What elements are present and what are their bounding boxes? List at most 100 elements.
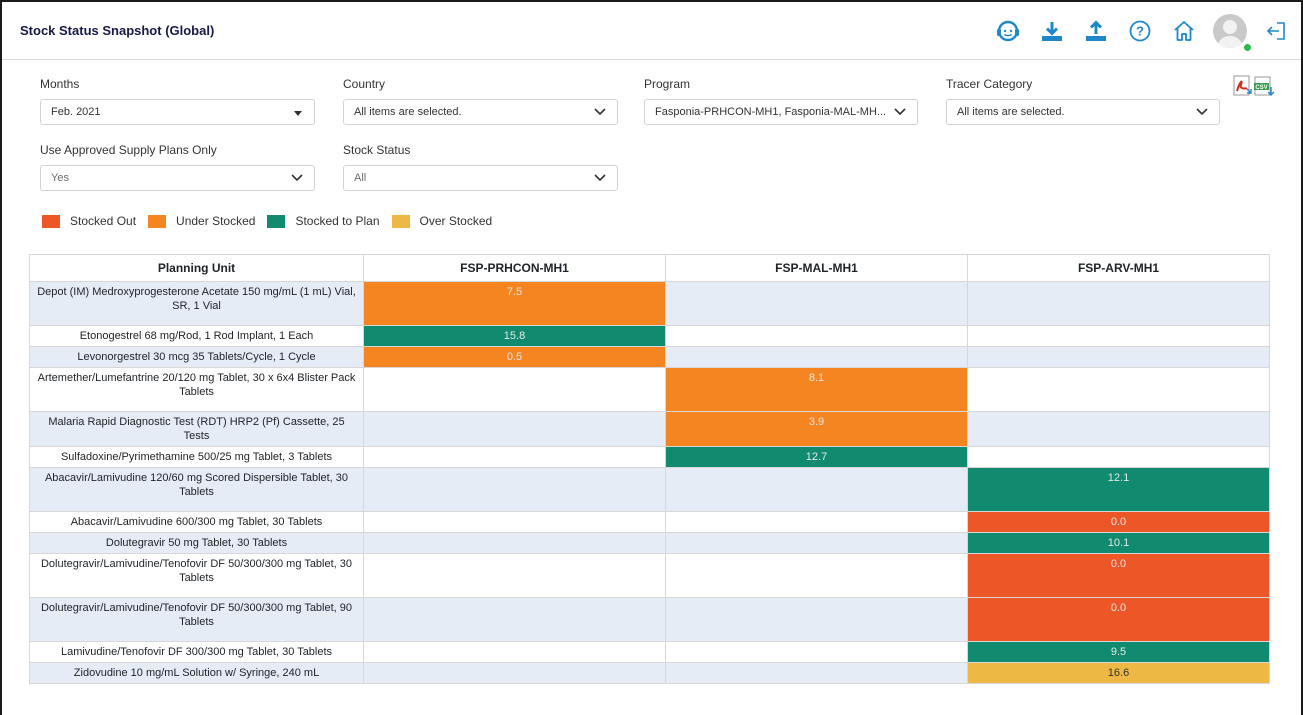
arv-value-cell: [967, 446, 1270, 468]
tracer-category-label: Tracer Category: [946, 77, 1033, 91]
pdf-export-icon[interactable]: [1233, 75, 1253, 100]
download-icon[interactable]: [1037, 16, 1067, 46]
prhcon-value-cell: [363, 553, 666, 598]
program-select[interactable]: Fasponia-PRHCON-MH1, Fasponia-MAL-MH...: [644, 99, 918, 125]
planning-unit-cell: Lamivudine/Tenofovir DF 300/300 mg Table…: [29, 641, 364, 663]
prhcon-value-cell: [363, 511, 666, 533]
country-label: Country: [343, 77, 386, 91]
planning-unit-cell: Abacavir/Lamivudine 120/60 mg Scored Dis…: [29, 467, 364, 512]
arv-value-cell: 12.1: [967, 467, 1270, 512]
mal-value-cell: [665, 346, 968, 368]
legend-label-stocked-to-plan: Stocked to Plan: [295, 214, 380, 228]
planning-unit-cell: Sulfadoxine/Pyrimethamine 500/25 mg Tabl…: [29, 446, 364, 468]
column-header-planning-unit[interactable]: Planning Unit: [29, 254, 364, 282]
planning-unit-cell: Malaria Rapid Diagnostic Test (RDT) HRP2…: [29, 411, 364, 447]
chevron-down-icon: [291, 174, 303, 182]
table-header-row: Planning Unit FSP-PRHCON-MH1 FSP-MAL-MH1…: [29, 254, 1270, 282]
column-header-prhcon[interactable]: FSP-PRHCON-MH1: [363, 254, 666, 282]
chevron-down-icon: [594, 108, 606, 116]
prhcon-value-cell: [363, 597, 666, 642]
table-row: Artemether/Lumefantrine 20/120 mg Tablet…: [29, 367, 1270, 412]
legend-label-over-stocked: Over Stocked: [419, 214, 493, 228]
months-select[interactable]: Feb. 2021: [40, 99, 315, 125]
table-row: Etonogestrel 68 mg/Rod, 1 Rod Implant, 1…: [29, 325, 1270, 347]
stock-status-legend: Stocked Out Under Stocked Stocked to Pla…: [42, 214, 504, 228]
table-row: Zidovudine 10 mg/mL Solution w/ Syringe,…: [29, 662, 1270, 684]
legend-swatch-stocked-to-plan: [267, 214, 286, 228]
table-row: Dolutegravir/Lamivudine/Tenofovir DF 50/…: [29, 597, 1270, 642]
avatar[interactable]: [1213, 14, 1247, 48]
arv-value-cell: [967, 346, 1270, 368]
column-header-mal[interactable]: FSP-MAL-MH1: [665, 254, 968, 282]
online-status-dot: [1242, 42, 1253, 53]
table-row: Abacavir/Lamivudine 600/300 mg Tablet, 3…: [29, 511, 1270, 533]
page-title: Stock Status Snapshot (Global): [20, 23, 215, 38]
help-icon[interactable]: ?: [1125, 16, 1155, 46]
months-label: Months: [40, 77, 80, 91]
support-icon[interactable]: [993, 16, 1023, 46]
mal-value-cell: 12.7: [665, 446, 968, 468]
prhcon-value-cell: 7.5: [363, 281, 666, 326]
planning-unit-cell: Dolutegravir/Lamivudine/Tenofovir DF 50/…: [29, 597, 364, 642]
arv-value-cell: 16.6: [967, 662, 1270, 684]
program-label: Program: [644, 77, 691, 91]
planning-unit-cell: Levonorgestrel 30 mcg 35 Tablets/Cycle, …: [29, 346, 364, 368]
mal-value-cell: [665, 597, 968, 642]
table-row: Dolutegravir 50 mg Tablet, 30 Tablets 10…: [29, 532, 1270, 554]
chevron-down-icon: [594, 174, 606, 182]
tracer-category-value: All items are selected.: [957, 106, 1065, 118]
stock-status-label: Stock Status: [343, 143, 411, 157]
planning-unit-cell: Depot (IM) Medroxyprogesterone Acetate 1…: [29, 281, 364, 326]
mal-value-cell: [665, 467, 968, 512]
months-value: Feb. 2021: [51, 106, 101, 118]
caret-down-icon: [294, 111, 302, 116]
csv-export-icon[interactable]: CSV: [1253, 75, 1275, 100]
prhcon-value-cell: [363, 367, 666, 412]
mal-value-cell: [665, 553, 968, 598]
stock-status-table: Planning Unit FSP-PRHCON-MH1 FSP-MAL-MH1…: [29, 254, 1270, 684]
arv-value-cell: 9.5: [967, 641, 1270, 663]
home-icon[interactable]: [1169, 16, 1199, 46]
upload-icon[interactable]: [1081, 16, 1111, 46]
arv-value-cell: [967, 281, 1270, 326]
arv-value-cell: 0.0: [967, 553, 1270, 598]
prhcon-value-cell: [363, 411, 666, 447]
planning-unit-cell: Dolutegravir 50 mg Tablet, 30 Tablets: [29, 532, 364, 554]
arv-value-cell: [967, 411, 1270, 447]
stock-status-select[interactable]: All: [343, 165, 618, 191]
planning-unit-cell: Artemether/Lumefantrine 20/120 mg Tablet…: [29, 367, 364, 412]
approved-plans-select[interactable]: Yes: [40, 165, 315, 191]
table-row: Malaria Rapid Diagnostic Test (RDT) HRP2…: [29, 411, 1270, 447]
program-value: Fasponia-PRHCON-MH1, Fasponia-MAL-MH...: [655, 106, 887, 118]
mal-value-cell: [665, 662, 968, 684]
arv-value-cell: [967, 367, 1270, 412]
country-select[interactable]: All items are selected.: [343, 99, 618, 125]
table-row: Sulfadoxine/Pyrimethamine 500/25 mg Tabl…: [29, 446, 1270, 468]
tracer-category-select[interactable]: All items are selected.: [946, 99, 1220, 125]
prhcon-value-cell: [363, 467, 666, 512]
prhcon-value-cell: [363, 446, 666, 468]
column-header-arv[interactable]: FSP-ARV-MH1: [967, 254, 1270, 282]
page-header: Stock Status Snapshot (Global) ?: [2, 2, 1301, 60]
prhcon-value-cell: [363, 532, 666, 554]
mal-value-cell: 3.9: [665, 411, 968, 447]
country-value: All items are selected.: [354, 106, 462, 118]
app-frame: Stock Status Snapshot (Global) ? Months …: [0, 0, 1303, 715]
approved-plans-value: Yes: [51, 172, 69, 184]
table-row: Lamivudine/Tenofovir DF 300/300 mg Table…: [29, 641, 1270, 663]
mal-value-cell: [665, 281, 968, 326]
legend-label-stocked-out: Stocked Out: [70, 214, 137, 228]
mal-value-cell: [665, 641, 968, 663]
legend-label-under-stocked: Under Stocked: [176, 214, 256, 228]
planning-unit-cell: Etonogestrel 68 mg/Rod, 1 Rod Implant, 1…: [29, 325, 364, 347]
planning-unit-cell: Abacavir/Lamivudine 600/300 mg Tablet, 3…: [29, 511, 364, 533]
table-row: Dolutegravir/Lamivudine/Tenofovir DF 50/…: [29, 553, 1270, 598]
svg-text:CSV: CSV: [1255, 85, 1267, 91]
mal-value-cell: 8.1: [665, 367, 968, 412]
planning-unit-cell: Dolutegravir/Lamivudine/Tenofovir DF 50/…: [29, 553, 364, 598]
legend-swatch-over-stocked: [391, 214, 410, 228]
prhcon-value-cell: 0.5: [363, 346, 666, 368]
arv-value-cell: 10.1: [967, 532, 1270, 554]
logout-icon[interactable]: [1261, 16, 1291, 46]
prhcon-value-cell: 15.8: [363, 325, 666, 347]
